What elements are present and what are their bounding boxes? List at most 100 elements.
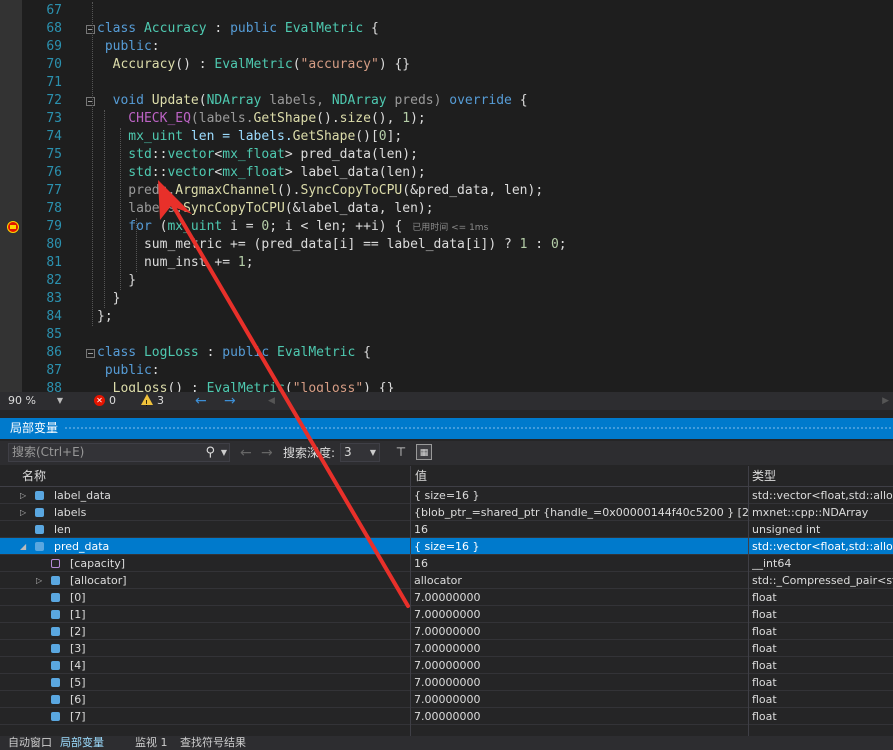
code-line[interactable]: 77 preds.ArgmaxChannel().SyncCopyToCPU(&…	[0, 182, 893, 200]
search-icon[interactable]: ⚲	[205, 444, 215, 461]
breakpoint-current-icon[interactable]	[7, 221, 19, 233]
back-arrow-icon[interactable]: ←	[195, 392, 207, 410]
search-forward-icon[interactable]: →	[261, 441, 273, 465]
code-line[interactable]: 86 class LogLoss : public EvalMetric {	[0, 344, 893, 362]
table-row[interactable]: ▷ labels {blob_ptr_=shared_ptr {handle_=0x…	[0, 504, 893, 521]
code-line[interactable]: 70 Accuracy() : EvalMetric("accuracy") {…	[0, 56, 893, 74]
code-text: }	[97, 290, 121, 308]
variable-type: float	[752, 642, 777, 655]
tab-0[interactable]: 自动窗口	[8, 736, 52, 750]
table-row[interactable]: [7] 7.00000000 float	[0, 708, 893, 725]
code-token: public	[97, 363, 152, 378]
variable-value[interactable]: allocator	[414, 572, 748, 589]
fold-toggle-icon[interactable]	[86, 25, 95, 34]
table-row[interactable]: [1] 7.00000000 float	[0, 606, 893, 623]
code-line[interactable]: 69 public:	[0, 38, 893, 56]
table-row[interactable]: ◢ pred_data { size=16 } std::vector<float,s…	[0, 538, 893, 555]
variable-value[interactable]: 7.00000000	[414, 674, 748, 691]
variable-value[interactable]: 16	[414, 521, 748, 538]
code-line[interactable]: 67	[0, 2, 893, 20]
table-row[interactable]: [capacity] 16 __int64	[0, 555, 893, 572]
column-header-value[interactable]: 值	[415, 466, 427, 486]
code-line[interactable]: 84};	[0, 308, 893, 326]
table-row[interactable]: [2] 7.00000000 float	[0, 623, 893, 640]
error-icon[interactable]: ✕	[94, 395, 105, 406]
code-line[interactable]: 75 std::vector<mx_float> pred_data(len);	[0, 146, 893, 164]
table-row[interactable]: [5] 7.00000000 float	[0, 674, 893, 691]
variable-icon	[51, 593, 60, 602]
pin-filter-icon[interactable]: ⊤	[393, 444, 409, 460]
fold-toggle-icon[interactable]	[86, 97, 95, 106]
line-number: 73	[46, 111, 62, 126]
variable-value[interactable]: 7.00000000	[414, 708, 748, 725]
table-row[interactable]: [0] 7.00000000 float	[0, 589, 893, 606]
code-line[interactable]: 88 LogLoss() : EvalMetric("logloss") {}	[0, 380, 893, 392]
column-header-name[interactable]: 名称	[22, 466, 46, 486]
code-line[interactable]: 80 sum_metric += (pred_data[i] == label_…	[0, 236, 893, 254]
code-line[interactable]: 78 labels.SyncCopyToCPU(&label_data, len…	[0, 200, 893, 218]
table-row[interactable]: [4] 7.00000000 float	[0, 657, 893, 674]
variable-value[interactable]: {blob_ptr_=shared_ptr {handle_=0x0000014…	[414, 504, 748, 521]
indent-guide	[120, 128, 121, 290]
variable-type: float	[752, 608, 777, 621]
table-row[interactable]: ▷ [allocator] allocator std::_Compressed_pa…	[0, 572, 893, 589]
column-divider[interactable]	[410, 466, 411, 740]
drag-grip[interactable]	[64, 426, 893, 431]
code-line[interactable]: 83 }	[0, 290, 893, 308]
code-line[interactable]: 68 class Accuracy : public EvalMetric {	[0, 20, 893, 38]
code-line[interactable]: 79 for (mx_uint i = 0; i < len; ++i) {已用…	[0, 218, 893, 236]
variable-value[interactable]: 7.00000000	[414, 623, 748, 640]
variable-value[interactable]: 16	[414, 555, 748, 572]
column-divider[interactable]	[748, 466, 749, 740]
code-line[interactable]: 85	[0, 326, 893, 344]
variable-value[interactable]: 7.00000000	[414, 640, 748, 657]
search-back-icon[interactable]: ←	[240, 441, 252, 465]
code-editor[interactable]: 67 68 class Accuracy : public EvalMetric {…	[0, 0, 893, 392]
collapse-icon[interactable]: ◢	[20, 538, 26, 555]
code-line[interactable]: 71	[0, 74, 893, 92]
variable-value[interactable]: 7.00000000	[414, 657, 748, 674]
tab-1[interactable]: 局部变量	[60, 736, 104, 750]
tab-2[interactable]: 监视 1	[135, 736, 168, 750]
chevron-down-icon[interactable]: ▼	[221, 444, 227, 461]
table-row[interactable]: ▷ label_data { size=16 } std::vector<float,…	[0, 487, 893, 504]
fold-toggle-icon[interactable]	[86, 349, 95, 358]
zoom-selector[interactable]: 90 % ▼	[8, 392, 63, 410]
variable-value[interactable]: { size=16 }	[414, 487, 748, 504]
panel-title-bar[interactable]: 局部变量	[0, 418, 893, 439]
variable-value[interactable]: 7.00000000	[414, 606, 748, 623]
table-row[interactable]: [3] 7.00000000 float	[0, 640, 893, 657]
code-line[interactable]: 72 void Update(NDArray labels, NDArray p…	[0, 92, 893, 110]
expand-icon[interactable]: ▷	[20, 504, 26, 521]
code-token: EvalMetric	[214, 57, 293, 72]
scroll-right-icon[interactable]: ▶	[882, 392, 889, 410]
variable-value[interactable]: 7.00000000	[414, 691, 748, 708]
hex-display-icon[interactable]: ▦	[416, 444, 432, 460]
code-line[interactable]: 87 public:	[0, 362, 893, 380]
perf-tip[interactable]: 已用时间 <= 1ms	[412, 223, 488, 233]
scroll-left-icon[interactable]: ◀	[268, 392, 275, 410]
code-line[interactable]: 73 CHECK_EQ(labels.GetShape().size(), 1)…	[0, 110, 893, 128]
variable-value[interactable]: { size=16 }	[414, 538, 748, 555]
table-row[interactable]: len 16 unsigned int	[0, 521, 893, 538]
code-line[interactable]: 74 mx_uint len = labels.GetShape()[0];	[0, 128, 893, 146]
code-token: );	[410, 111, 426, 126]
code-line[interactable]: 81 num_inst += 1;	[0, 254, 893, 272]
expand-icon[interactable]: ▷	[36, 572, 42, 589]
code-line[interactable]: 82 }	[0, 272, 893, 290]
variable-name: label_data	[54, 489, 111, 502]
variable-value[interactable]: 7.00000000	[414, 589, 748, 606]
variable-name: [7]	[70, 710, 86, 723]
table-row[interactable]: [6] 7.00000000 float	[0, 691, 893, 708]
search-depth-select[interactable]: 3 ▼	[340, 443, 380, 462]
search-input[interactable]: 搜索(Ctrl+E) ⚲ ▼	[8, 443, 230, 462]
variable-name: [0]	[70, 591, 86, 604]
column-header-type[interactable]: 类型	[752, 466, 776, 486]
expand-icon[interactable]: ▷	[20, 487, 26, 504]
code-token: mx_uint	[167, 219, 223, 234]
warning-icon[interactable]	[141, 394, 153, 413]
variable-type: float	[752, 625, 777, 638]
code-line[interactable]: 76 std::vector<mx_float> label_data(len)…	[0, 164, 893, 182]
forward-arrow-icon[interactable]: →	[224, 392, 236, 410]
tab-3[interactable]: 查找符号结果	[180, 736, 246, 750]
